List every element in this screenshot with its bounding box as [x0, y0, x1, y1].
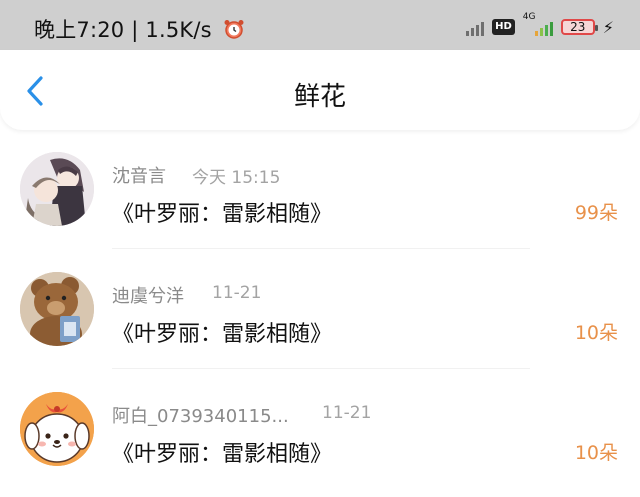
page-title: 鲜花 — [293, 82, 346, 112]
list-item[interactable]: 迪虞兮洋 11-21 《叶罗丽：雷影相随》 10朵 — [0, 250, 640, 369]
battery-icon: 23 — [560, 19, 598, 35]
status-separator: | — [131, 18, 146, 42]
status-bar: 晚上7:20 | 1.5K/s HD 4G 23 ⚡ — [0, 0, 640, 50]
book-title: 《叶罗丽：雷影相随》 — [112, 442, 333, 467]
status-left: 晚上7:20 | 1.5K/s — [34, 14, 245, 44]
timestamp: 今天 15:15 — [192, 168, 281, 188]
flower-count: 10朵 — [574, 442, 618, 464]
avatar — [20, 392, 94, 466]
alarm-clock-icon — [223, 18, 245, 45]
timestamp: 11-21 — [212, 283, 262, 303]
sim2-signal-icon: 4G — [523, 12, 553, 36]
avatar — [20, 272, 94, 346]
flower-count: 10朵 — [574, 322, 618, 344]
status-time: 晚上7:20 — [34, 18, 125, 42]
user-name: 迪虞兮洋 — [112, 286, 184, 307]
nav-bar: 鲜花 — [0, 50, 640, 130]
user-name: 阿白_0739340115... — [112, 406, 289, 427]
divider — [112, 368, 530, 369]
status-right: HD 4G 23 ⚡ — [466, 12, 614, 41]
battery-level: 23 — [570, 20, 586, 34]
book-title: 《叶罗丽：雷影相随》 — [112, 202, 333, 227]
hd-badge: HD — [492, 19, 515, 35]
network-speed: 1.5K/s — [145, 18, 212, 42]
divider — [112, 248, 530, 249]
charging-icon: ⚡ — [602, 17, 614, 37]
list-item[interactable]: 沈音言 今天 15:15 《叶罗丽：雷影相随》 99朵 — [0, 130, 640, 249]
list-item[interactable]: 阿白_0739340115... 11-21 《叶罗丽：雷影相随》 10朵 — [0, 370, 640, 488]
avatar — [20, 152, 94, 226]
net-type-label: 4G — [522, 12, 536, 22]
book-title: 《叶罗丽：雷影相随》 — [112, 322, 333, 347]
user-name: 沈音言 — [112, 166, 166, 187]
timestamp: 11-21 — [322, 403, 372, 423]
flower-count: 99朵 — [574, 202, 618, 224]
sim1-signal-icon — [466, 18, 485, 36]
